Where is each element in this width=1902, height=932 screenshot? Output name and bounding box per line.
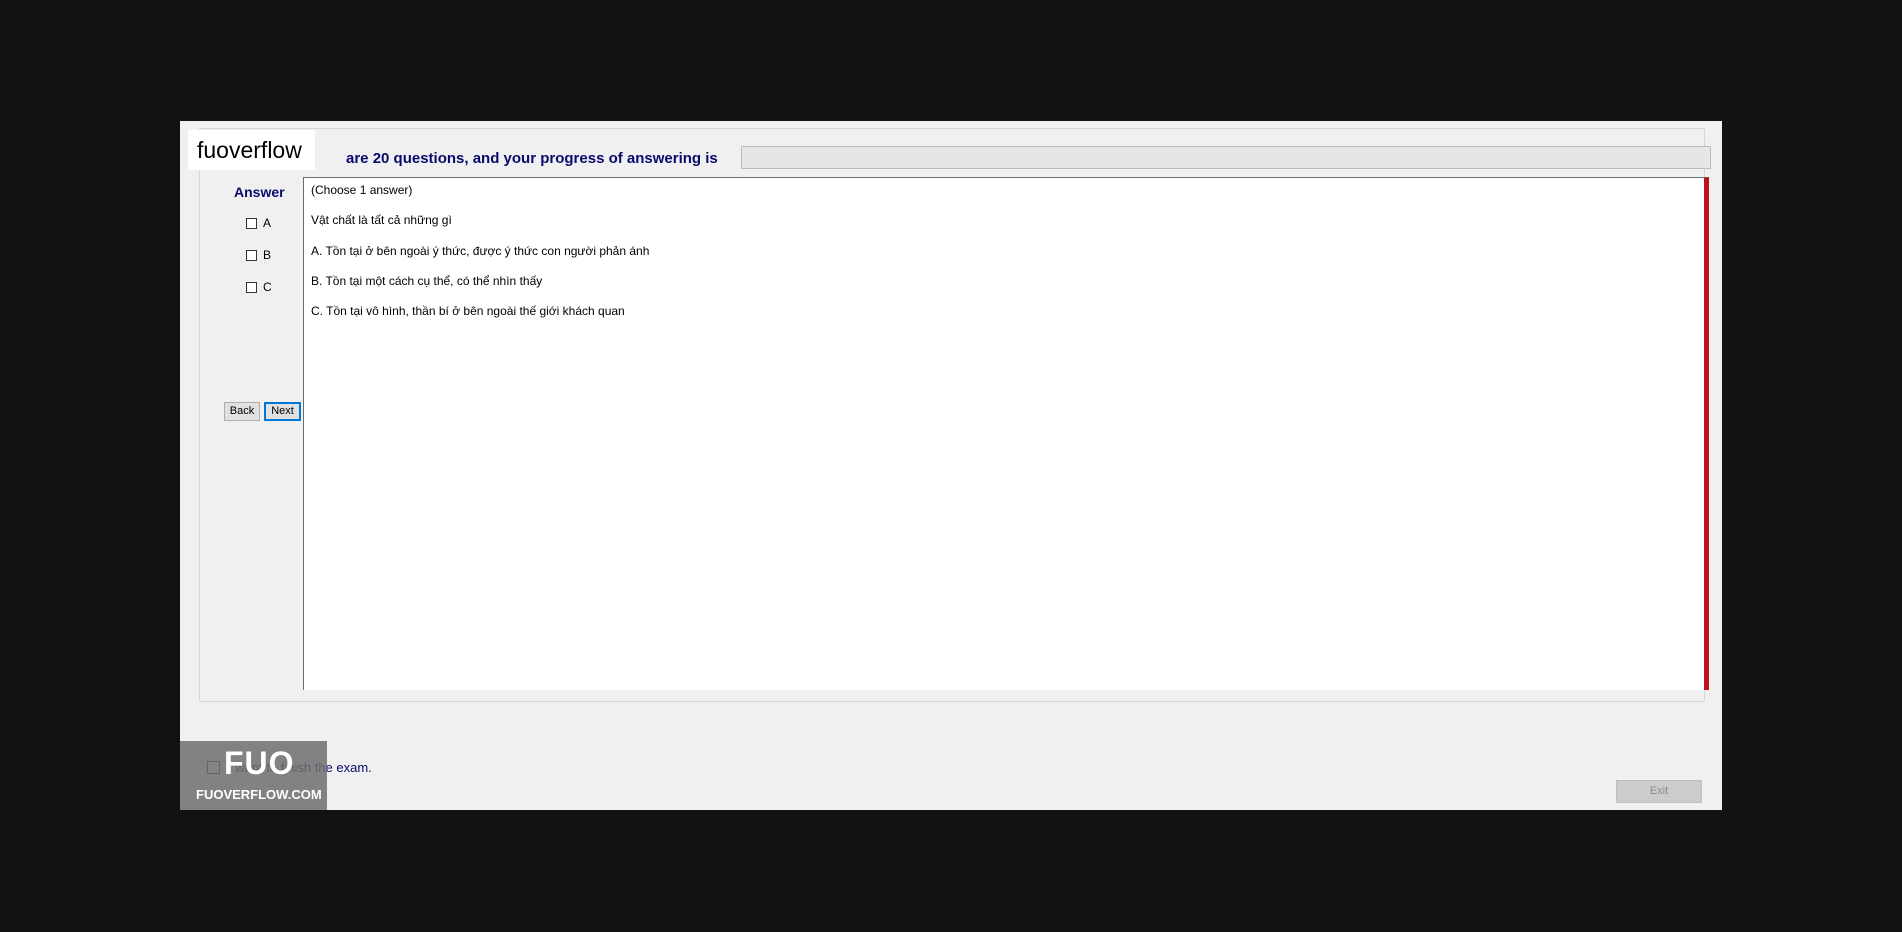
logo-mark: FUO [224, 745, 295, 781]
option-c[interactable]: C [246, 280, 272, 294]
exam-window: are 20 questions, and your progress of a… [180, 121, 1722, 810]
question-choice-a: A. Tồn tại ở bên ngoài ý thức, được ý th… [311, 244, 650, 258]
option-a-checkbox[interactable] [246, 217, 257, 229]
back-button[interactable]: Back [224, 402, 260, 421]
question-choice-c: C. Tồn tại vô hình, thần bí ở bên ngoài … [311, 304, 625, 318]
logo-watermark: FUO FUOVERFLOW.COM [180, 741, 327, 810]
progress-bar [741, 146, 1711, 169]
question-choice-b: B. Tồn tại một cách cụ thể, có thể nhìn … [311, 274, 543, 288]
question-prompt: Vật chất là tất cả những gì [311, 213, 452, 227]
next-button[interactable]: Next [264, 402, 301, 421]
answer-title: Answer [234, 184, 285, 200]
option-a-label: A [263, 216, 272, 230]
option-b[interactable]: B [246, 248, 271, 262]
watermark-badge: fuoverflow [188, 130, 315, 170]
logo-text: FUOVERFLOW.COM [196, 787, 322, 802]
exit-button[interactable]: Exit [1616, 780, 1702, 803]
option-a[interactable]: A [246, 216, 271, 230]
option-c-label: C [263, 280, 272, 294]
option-b-label: B [263, 248, 272, 262]
option-c-checkbox[interactable] [246, 281, 257, 293]
progress-label: are 20 questions, and your progress of a… [346, 150, 718, 167]
question-instruction: (Choose 1 answer) [311, 183, 413, 197]
option-b-checkbox[interactable] [246, 249, 257, 261]
exam-group-box: are 20 questions, and your progress of a… [199, 128, 1711, 702]
question-panel[interactable]: (Choose 1 answer) Vật chất là tất cả nhữ… [303, 177, 1709, 690]
